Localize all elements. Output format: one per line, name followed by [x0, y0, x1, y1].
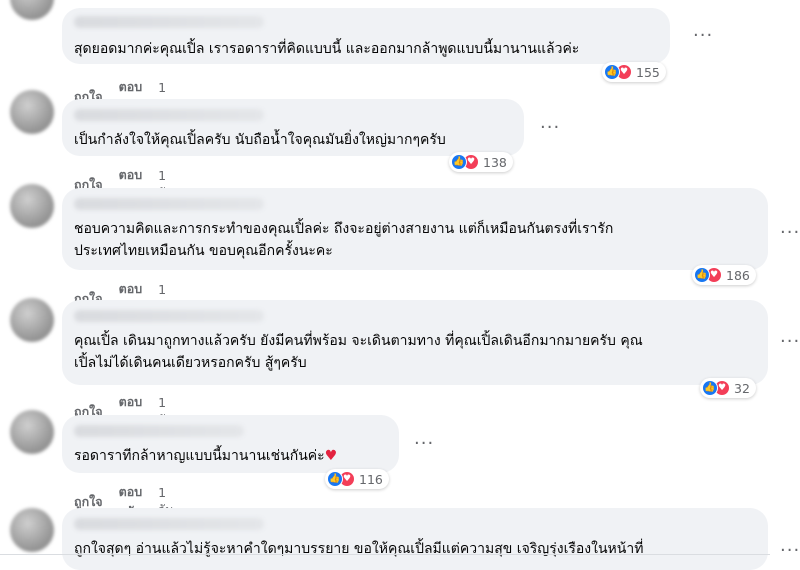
comment-text: รอดาราทีกล้าหาญแบบนี้มานานเช่นกันค่ะ♥ — [74, 448, 338, 464]
more-options-icon[interactable]: ··· — [780, 333, 800, 351]
author-name[interactable] — [74, 310, 264, 322]
like-reaction-icon: 👍 — [604, 64, 620, 80]
reaction-count[interactable]: 👍 ♥ 32 — [700, 378, 756, 398]
author-name[interactable] — [74, 16, 264, 28]
avatar[interactable] — [10, 90, 54, 134]
author-name[interactable] — [74, 198, 264, 210]
like-reaction-icon: 👍 — [694, 267, 710, 283]
avatar[interactable] — [10, 184, 54, 228]
more-options-icon[interactable]: ··· — [540, 119, 560, 137]
reaction-count[interactable]: 👍 ♥ 186 — [692, 265, 756, 285]
like-reaction-icon: 👍 — [327, 471, 343, 487]
like-reaction-icon: 👍 — [702, 380, 718, 396]
avatar[interactable] — [10, 0, 54, 20]
author-name[interactable] — [74, 425, 244, 437]
more-options-icon[interactable]: ··· — [780, 542, 800, 560]
divider — [0, 554, 770, 555]
like-reaction-icon: 👍 — [451, 154, 467, 170]
more-options-icon[interactable]: ··· — [693, 27, 713, 45]
avatar[interactable] — [10, 410, 54, 454]
avatar[interactable] — [10, 298, 54, 342]
comment-text: ชอบความคิดและการกระทำของคุณเปิ้ลค่ะ ถึงจ… — [74, 221, 614, 259]
reaction-count[interactable]: 👍 ♥ 138 — [449, 152, 513, 172]
reaction-count[interactable]: 👍 ♥ 155 — [602, 62, 666, 82]
comment-text: คุณเปิ้ล เดินมาถูกทางแล้วครับ ยังมีคนที่… — [74, 333, 643, 371]
author-name[interactable] — [74, 518, 264, 530]
more-options-icon[interactable]: ··· — [414, 435, 434, 453]
comment-bubble: ชอบความคิดและการกระทำของคุณเปิ้ลค่ะ ถึงจ… — [62, 188, 768, 270]
comment-bubble: เป็นกำลังใจให้คุณเปิ้ลครับ นับถือน้ำใจคุ… — [62, 99, 524, 156]
author-name[interactable] — [74, 109, 264, 121]
comment-bubble: คุณเปิ้ล เดินมาถูกทางแล้วครับ ยังมีคนที่… — [62, 300, 768, 385]
comment-text: สุดยอดมากค่ะคุณเปิ้ล เรารอดาราที่คิดแบบน… — [74, 41, 580, 57]
comment-text: ถูกใจสุดๆ อ่านแล้วไม่รู้จะหาคำใดๆมาบรรยา… — [74, 541, 644, 557]
comment-bubble: ถูกใจสุดๆ อ่านแล้วไม่รู้จะหาคำใดๆมาบรรยา… — [62, 508, 768, 570]
avatar[interactable] — [10, 508, 54, 552]
comment-text: เป็นกำลังใจให้คุณเปิ้ลครับ นับถือน้ำใจคุ… — [74, 132, 446, 148]
heart-emoji-icon: ♥ — [324, 448, 338, 464]
comment-bubble: รอดาราทีกล้าหาญแบบนี้มานานเช่นกันค่ะ♥ — [62, 415, 399, 473]
more-options-icon[interactable]: ··· — [780, 224, 800, 242]
reaction-count[interactable]: 👍 ♥ 116 — [325, 469, 389, 489]
